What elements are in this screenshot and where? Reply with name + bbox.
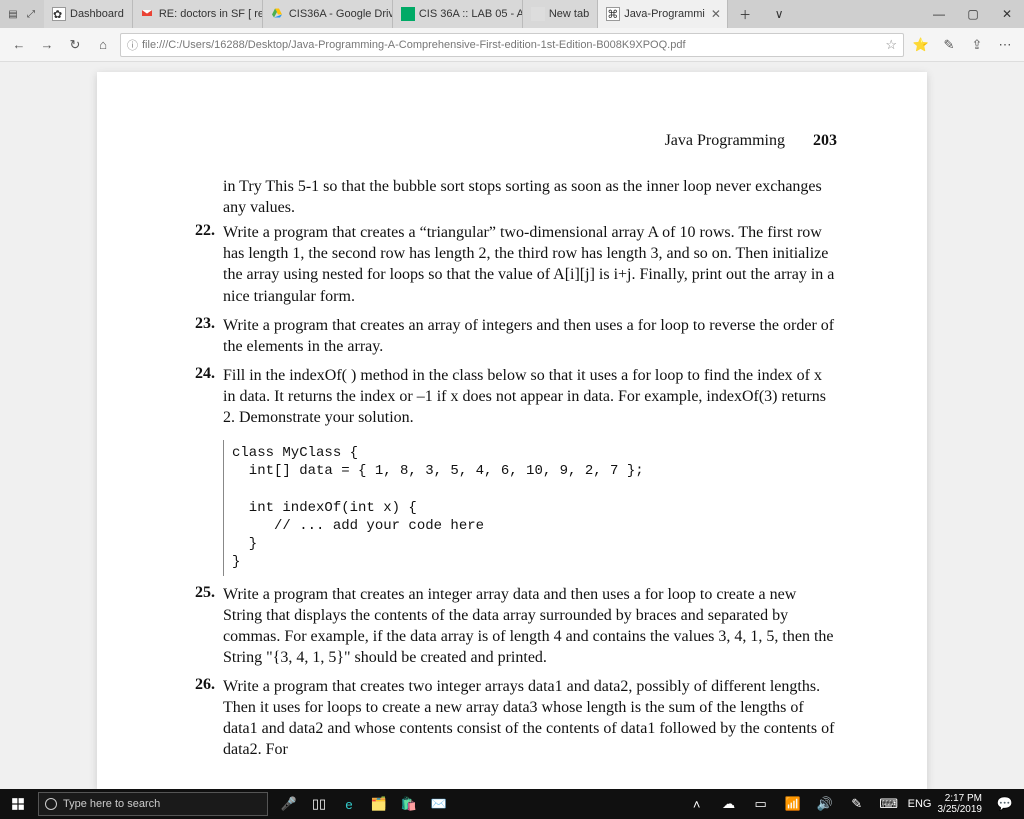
pdf-page: Java Programming 203 in Try This 5-1 so … [97,72,927,789]
mail-icon[interactable]: ✉️ [426,789,452,819]
tab-java-pdf[interactable]: ⌘ Java-Programmi ✕ [598,0,728,28]
item-text: Write a program that creates an array of… [223,315,837,357]
window-maximize-button[interactable]: ▢ [956,0,990,28]
taskbar-search[interactable]: Type here to search [38,792,268,816]
store-icon[interactable]: 🛍️ [396,789,422,819]
volume-icon[interactable]: 🔊 [812,789,838,819]
clock-date: 3/25/2019 [938,804,983,815]
taskbar-apps: 🎤 ▯▯ e 🗂️ 🛍️ ✉️ [276,789,452,819]
system-tray: ˄ ☁ ▭ 📶 🔊 ✎ ⌨ ENG 2:17 PM 3/25/2019 💬 [678,789,1024,819]
back-button[interactable]: ← [8,34,30,56]
course-favicon-icon [401,7,415,21]
tab-strip: ▤ ⤢ ✿ Dashboard RE: doctors in SF [ re C… [0,0,1024,28]
battery-icon[interactable]: ▭ [748,789,774,819]
tab-newtab[interactable]: New tab [523,0,598,28]
page-favicon-icon [531,7,545,21]
exercise-24: 24. Fill in the indexOf( ) method in the… [187,365,837,432]
explorer-icon[interactable]: 🗂️ [366,789,392,819]
browser-chrome: ▤ ⤢ ✿ Dashboard RE: doctors in SF [ re C… [0,0,1024,63]
tab-drive[interactable]: CIS36A - Google Driv [263,0,393,28]
tab-gmail[interactable]: RE: doctors in SF [ re [133,0,263,28]
share-button[interactable]: ⇪ [966,34,988,56]
running-title: Java Programming [665,132,785,149]
pdf-viewport[interactable]: Java Programming 203 in Try This 5-1 so … [0,62,1024,789]
language-indicator[interactable]: ENG [908,798,932,810]
refresh-button[interactable]: ↻ [64,34,86,56]
item-number: 24. [187,365,215,432]
item-number: 26. [187,676,215,764]
running-header: Java Programming 203 [187,132,837,150]
page-number: 203 [813,132,837,149]
exercise-23: 23. Write a program that creates an arra… [187,315,837,361]
exercise-26: 26. Write a program that creates two int… [187,676,837,764]
item-text: Write a program that creates a “triangul… [223,222,837,306]
edge-icon[interactable]: e [336,789,362,819]
tab-label: New tab [549,8,589,20]
taskbar: Type here to search 🎤 ▯▯ e 🗂️ 🛍️ ✉️ ˄ ☁ … [0,789,1024,819]
item-text: Write a program that creates two integer… [223,676,837,760]
pdf-favicon-icon: ⌘ [606,7,620,21]
forward-button[interactable]: → [36,34,58,56]
search-placeholder: Type here to search [63,798,160,810]
item-number: 23. [187,315,215,361]
clock-time: 2:17 PM [938,793,983,804]
pen-icon[interactable]: ✎ [844,789,870,819]
cortana-icon [45,798,57,810]
nav-bar: ← → ↻ ⌂ ⓘ ☆ ⭐ ✎ ⇪ ⋯ [0,28,1024,62]
onedrive-icon[interactable]: ☁ [716,789,742,819]
new-tab-button[interactable]: ＋ [728,0,762,28]
keyboard-icon[interactable]: ⌨ [876,789,902,819]
close-tab-icon[interactable]: ✕ [711,7,721,21]
start-button[interactable] [0,789,36,819]
tab-actions-left: ▤ ⤢ [0,7,44,21]
url-input[interactable] [142,39,881,51]
action-center-icon[interactable]: 💬 [992,789,1018,819]
home-button[interactable]: ⌂ [92,34,114,56]
mic-icon[interactable]: 🎤 [276,789,302,819]
tab-label: Dashboard [70,8,124,20]
tab-label: Java-Programmi [624,8,705,20]
tab-label: CIS 36A :: LAB 05 - A [419,8,523,20]
drive-favicon-icon [271,7,285,21]
tab-overflow-icon[interactable]: ▤ [6,7,20,21]
window-minimize-button[interactable]: — [922,0,956,28]
exercise-25: 25. Write a program that creates an inte… [187,584,837,672]
info-icon[interactable]: ⓘ [127,37,138,53]
more-button[interactable]: ⋯ [994,34,1016,56]
task-view-icon[interactable]: ▯▯ [306,789,332,819]
tab-label: RE: doctors in SF [ re [159,8,263,20]
item-text: Write a program that creates an integer … [223,584,837,668]
intro-fragment: in Try This 5-1 so that the bubble sort … [223,176,837,218]
tab-dropdown-icon[interactable]: ∨ [762,0,796,28]
dashboard-favicon-icon: ✿ [52,7,66,21]
favorites-button[interactable]: ⭐ [910,34,932,56]
gmail-favicon-icon [141,7,155,21]
tab-label: CIS36A - Google Driv [289,8,393,20]
item-text: Fill in the indexOf( ) method in the cla… [223,365,837,428]
tab-dashboard[interactable]: ✿ Dashboard [44,0,133,28]
wifi-icon[interactable]: 📶 [780,789,806,819]
item-number: 22. [187,222,215,310]
item-number: 25. [187,584,215,672]
code-sample: class MyClass { int[] data = { 1, 8, 3, … [223,440,837,575]
favorite-star-icon[interactable]: ☆ [885,37,897,53]
window-close-button[interactable]: ✕ [990,0,1024,28]
notes-button[interactable]: ✎ [938,34,960,56]
exercise-22: 22. Write a program that creates a “tria… [187,222,837,310]
address-bar[interactable]: ⓘ ☆ [120,33,904,57]
clock[interactable]: 2:17 PM 3/25/2019 [938,793,987,815]
tab-canvas[interactable]: CIS 36A :: LAB 05 - A [393,0,523,28]
expand-icon[interactable]: ⤢ [24,7,38,21]
tray-overflow-icon[interactable]: ˄ [684,789,710,819]
